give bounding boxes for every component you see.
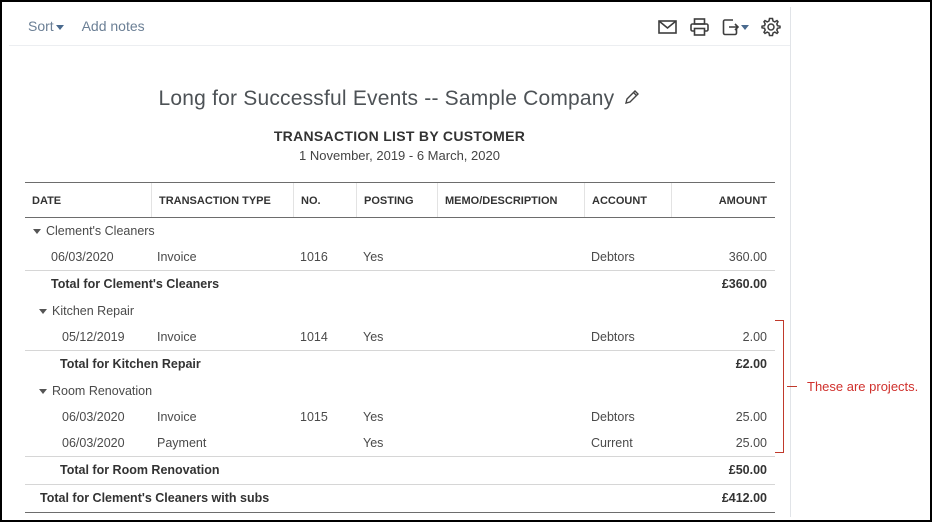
cell-type[interactable]: Payment	[157, 430, 206, 456]
report-date-range: 1 November, 2019 - 6 March, 2020	[299, 148, 500, 163]
cell-amount[interactable]: 2.00	[743, 324, 767, 350]
cell-date: 06/03/2020	[51, 250, 114, 264]
report-toolbar: Sort Add notes	[9, 7, 790, 46]
total-row: Total for Room Renovation £50.00	[25, 457, 775, 485]
cell-posting: Yes	[363, 330, 384, 344]
cell-account: Debtors	[591, 410, 635, 424]
cell-type[interactable]: Invoice	[157, 324, 197, 350]
group-label: Kitchen Repair	[39, 298, 134, 324]
sort-label: Sort	[28, 18, 54, 34]
company-name-header: Long for Successful Events -- Sample Com…	[9, 87, 790, 111]
annotation-bracket	[775, 320, 784, 453]
table-row[interactable]: 06/03/2020 Payment Yes Current 25.00	[25, 430, 775, 457]
cell-no: 1014	[300, 330, 328, 344]
group-name: Kitchen Repair	[52, 304, 134, 318]
pencil-icon[interactable]	[624, 87, 640, 111]
cell-date: 06/03/2020	[62, 410, 125, 424]
export-button[interactable]	[720, 17, 750, 37]
total-amount[interactable]: £412.00	[722, 485, 767, 511]
toolbar-right	[656, 17, 782, 37]
table-row[interactable]: 06/03/2020 Invoice 1015 Yes Debtors 25.0…	[25, 404, 775, 430]
settings-icon[interactable]	[760, 17, 782, 37]
total-label: Total for Clement's Cleaners with subs	[40, 491, 270, 505]
collapse-caret-icon[interactable]	[39, 309, 47, 315]
group-row-room-renovation[interactable]: Room Renovation	[25, 378, 775, 404]
group-row-customer[interactable]: Clement's Cleaners	[25, 218, 775, 244]
group-label: Room Renovation	[39, 378, 152, 404]
column-header-type[interactable]: TRANSACTION TYPE	[151, 183, 293, 217]
total-label: Total for Room Renovation	[60, 463, 220, 477]
cell-posting: Yes	[363, 410, 384, 424]
cell-posting: Yes	[363, 250, 384, 264]
total-amount[interactable]: £360.00	[722, 271, 767, 297]
transaction-table: DATE TRANSACTION TYPE NO. POSTING MEMO/D…	[25, 182, 775, 513]
collapse-caret-icon[interactable]	[39, 389, 47, 395]
total-label: Total for Clement's Cleaners	[51, 277, 220, 291]
collapse-caret-icon[interactable]	[33, 229, 41, 235]
table-row[interactable]: 05/12/2019 Invoice 1014 Yes Debtors 2.00	[25, 324, 775, 351]
annotation-pointer	[787, 386, 797, 387]
column-header-no[interactable]: NO.	[293, 183, 356, 217]
total-row: Total for Clement's Cleaners £360.00	[25, 271, 775, 298]
email-icon[interactable]	[656, 17, 678, 37]
add-notes-link[interactable]: Add notes	[82, 18, 145, 34]
cell-date: 05/12/2019	[62, 330, 125, 344]
column-header-account[interactable]: ACCOUNT	[584, 183, 671, 217]
total-row: Total for Kitchen Repair £2.00	[25, 351, 775, 378]
table-header: DATE TRANSACTION TYPE NO. POSTING MEMO/D…	[25, 182, 775, 218]
print-icon[interactable]	[688, 17, 710, 37]
cell-amount[interactable]: 25.00	[736, 404, 767, 430]
report-pane: Sort Add notes Long for Successful Event…	[9, 7, 791, 517]
column-header-date[interactable]: DATE	[25, 183, 151, 217]
group-name: Clement's Cleaners	[46, 224, 155, 238]
group-row-kitchen-repair[interactable]: Kitchen Repair	[25, 298, 775, 324]
cell-no: 1016	[300, 250, 328, 264]
export-icon	[722, 19, 739, 36]
table-row[interactable]: 06/03/2020 Invoice 1016 Yes Debtors 360.…	[25, 244, 775, 271]
chevron-down-icon	[55, 24, 64, 30]
total-amount[interactable]: £2.00	[736, 351, 767, 377]
toolbar-left: Sort Add notes	[28, 18, 145, 34]
group-label: Clement's Cleaners	[33, 218, 155, 244]
total-amount[interactable]: £50.00	[729, 457, 767, 483]
cell-amount[interactable]: 360.00	[729, 244, 767, 270]
annotation-text: These are projects.	[807, 379, 919, 394]
cell-no: 1015	[300, 410, 328, 424]
report-title: TRANSACTION LIST BY CUSTOMER	[273, 128, 526, 144]
total-label: Total for Kitchen Repair	[60, 357, 201, 371]
column-header-memo[interactable]: MEMO/DESCRIPTION	[437, 183, 584, 217]
cell-date: 06/03/2020	[62, 436, 125, 450]
chevron-down-icon	[740, 24, 749, 30]
company-name: Long for Successful Events -- Sample Com…	[158, 87, 615, 110]
cell-type[interactable]: Invoice	[157, 244, 197, 270]
group-name: Room Renovation	[52, 384, 153, 398]
cell-posting: Yes	[363, 436, 384, 450]
column-header-posting[interactable]: POSTING	[356, 183, 437, 217]
cell-account: Current	[591, 436, 633, 450]
cell-amount[interactable]: 25.00	[736, 430, 767, 456]
cell-account: Debtors	[591, 330, 635, 344]
column-header-amount[interactable]: AMOUNT	[671, 183, 775, 217]
grand-total-row: Total for Clement's Cleaners with subs £…	[25, 485, 775, 513]
sort-button[interactable]: Sort	[28, 18, 64, 34]
cell-type[interactable]: Invoice	[157, 404, 197, 430]
cell-account: Debtors	[591, 250, 635, 264]
